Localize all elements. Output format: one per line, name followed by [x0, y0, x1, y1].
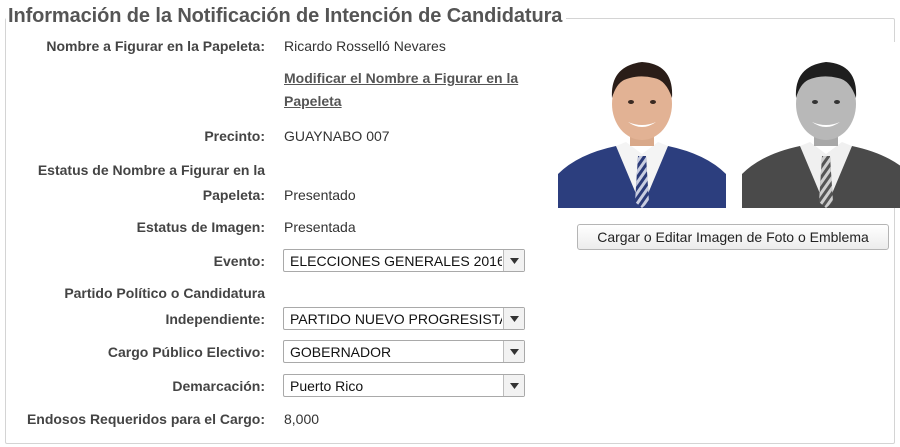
chevron-down-icon[interactable] [503, 341, 524, 362]
estatus-imagen-label: Estatus de Imagen: [136, 219, 265, 235]
endosos-label: Endosos Requeridos para el Cargo: [26, 411, 265, 427]
demarcacion-label: Demarcación: [172, 378, 265, 394]
candidate-photo-grayscale [742, 42, 900, 208]
cargo-label: Cargo Público Electivo: [107, 344, 265, 360]
cargo-selected-value: GOBERNADOR [290, 344, 392, 360]
evento-label: Evento: [213, 253, 265, 269]
demarcacion-selected-value: Puerto Rico [290, 378, 364, 394]
estatus-nombre-label-line2: Papeleta: [202, 187, 265, 203]
chevron-down-icon[interactable] [503, 375, 524, 396]
modify-name-link-line2[interactable]: Papeleta [284, 93, 342, 109]
nombre-label: Nombre a Figurar en la Papeleta: [46, 38, 265, 54]
section-title: Información de la Notificación de Intenc… [6, 5, 567, 28]
chevron-down-icon[interactable] [503, 308, 524, 329]
partido-label-line1: Partido Político o Candidatura [64, 285, 265, 301]
endosos-value: 8,000 [284, 411, 320, 427]
precinto-label: Precinto: [204, 128, 265, 144]
upload-image-button[interactable]: Cargar o Editar Imagen de Foto o Emblema [577, 224, 889, 250]
evento-selected-value: ELECCIONES GENERALES 2016 [290, 253, 502, 269]
chevron-down-icon[interactable] [503, 250, 524, 271]
estatus-nombre-label-line1: Estatus de Nombre a Figurar en la [37, 162, 265, 178]
cargo-select[interactable]: GOBERNADOR [283, 340, 525, 363]
modify-name-link-line1[interactable]: Modificar el Nombre a Figurar en la [284, 70, 518, 86]
demarcacion-select[interactable]: Puerto Rico [283, 374, 525, 397]
partido-selected-value: PARTIDO NUEVO PROGRESISTA [290, 311, 502, 327]
estatus-imagen-value: Presentada [284, 219, 356, 235]
precinto-value: GUAYNABO 007 [284, 128, 390, 144]
candidate-photo-color [558, 42, 726, 208]
nombre-value: Ricardo Rosselló Nevares [284, 38, 446, 54]
modify-name-link[interactable]: Modificar el Nombre a Figurar en la Pape… [284, 67, 544, 113]
estatus-nombre-value: Presentado [284, 187, 356, 203]
partido-label-line2: Independiente: [165, 311, 265, 327]
evento-select[interactable]: ELECCIONES GENERALES 2016 [283, 249, 525, 272]
partido-select[interactable]: PARTIDO NUEVO PROGRESISTA [283, 307, 525, 330]
